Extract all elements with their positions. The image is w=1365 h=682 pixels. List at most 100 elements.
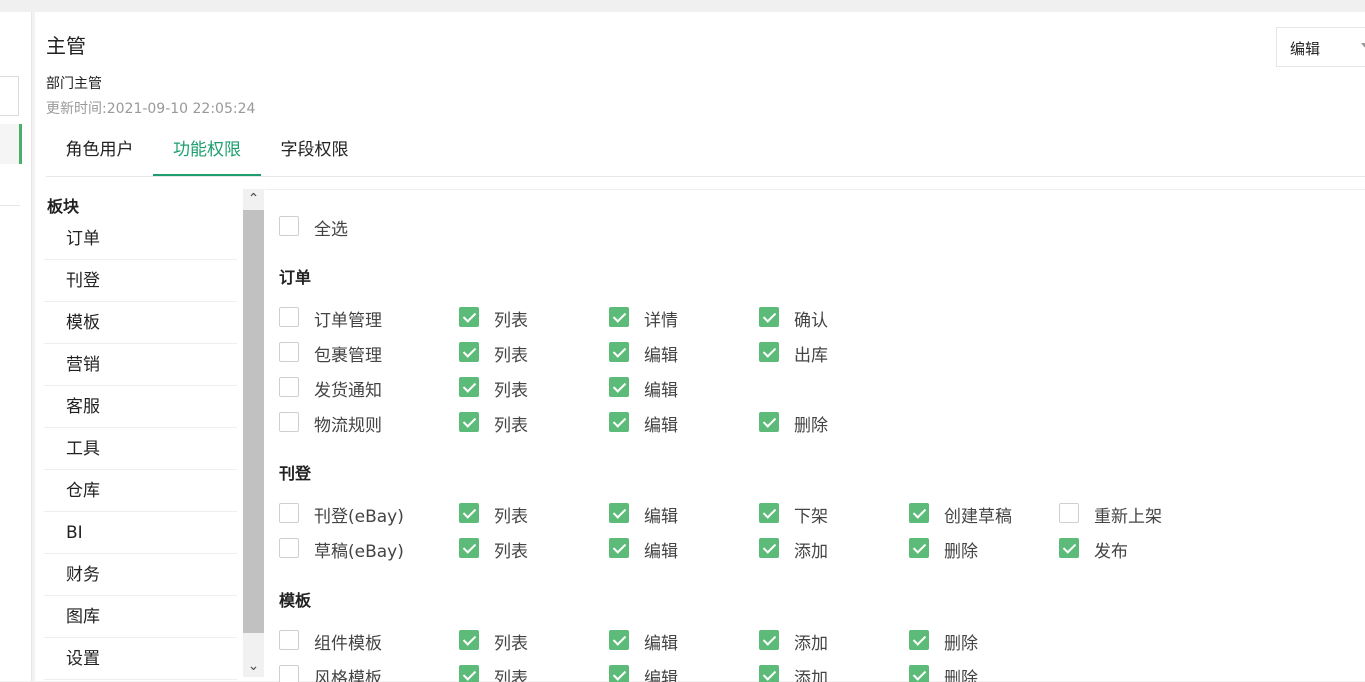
permission-label[interactable]: 列表: [494, 502, 528, 527]
permission-checkbox[interactable]: [909, 665, 929, 682]
tab-field-permissions[interactable]: 字段权限: [261, 124, 368, 175]
permission-checkbox[interactable]: [459, 665, 479, 682]
permission-label[interactable]: 编辑: [644, 664, 678, 682]
permission-group-checkbox[interactable]: [279, 307, 299, 327]
permission-group-label[interactable]: 发货通知: [314, 376, 382, 401]
module-item[interactable]: 模板: [44, 302, 237, 344]
permission-group-label[interactable]: 组件模板: [314, 629, 382, 654]
permission-checkbox[interactable]: [459, 503, 479, 523]
permission-checkbox[interactable]: [759, 412, 779, 432]
permission-label[interactable]: 列表: [494, 411, 528, 436]
module-item[interactable]: 客服: [44, 386, 237, 428]
permission-label[interactable]: 下架: [794, 502, 828, 527]
role-list-item-active[interactable]: [0, 124, 22, 164]
permission-label[interactable]: 创建草稿: [944, 502, 1012, 527]
permission-label[interactable]: 列表: [494, 537, 528, 562]
chevron-up-icon[interactable]: ⌃: [243, 189, 264, 210]
permission-label[interactable]: 列表: [494, 341, 528, 366]
permission-checkbox[interactable]: [609, 630, 629, 650]
permission-label[interactable]: 编辑: [644, 411, 678, 436]
module-item[interactable]: 图库: [44, 596, 237, 638]
module-item[interactable]: BI: [44, 512, 237, 554]
permission-label[interactable]: 确认: [794, 306, 828, 331]
permission-group-label[interactable]: 物流规则: [314, 411, 382, 436]
role-search-box[interactable]: [0, 76, 19, 116]
permission-group-checkbox[interactable]: [279, 342, 299, 362]
permission-group-checkbox[interactable]: [279, 665, 299, 682]
permission-checkbox[interactable]: [609, 342, 629, 362]
select-all-label[interactable]: 全选: [314, 215, 348, 240]
permission-checkbox[interactable]: [759, 503, 779, 523]
permission-group-label[interactable]: 草稿(eBay): [314, 537, 404, 562]
permission-checkbox[interactable]: [459, 377, 479, 397]
permission-group-label[interactable]: 风格模板: [314, 664, 382, 682]
action-select[interactable]: 编辑: [1276, 27, 1365, 67]
permission-group-checkbox[interactable]: [279, 377, 299, 397]
permission-label[interactable]: 删除: [944, 537, 978, 562]
permission-label[interactable]: 发布: [1094, 537, 1128, 562]
permission-label[interactable]: 添加: [794, 629, 828, 654]
permission-checkbox[interactable]: [459, 630, 479, 650]
permission-checkbox[interactable]: [759, 538, 779, 558]
permission-group-checkbox[interactable]: [279, 412, 299, 432]
permission-label[interactable]: 编辑: [644, 376, 678, 401]
permission-label[interactable]: 列表: [494, 306, 528, 331]
permission-checkbox[interactable]: [759, 342, 779, 362]
permission-label[interactable]: 列表: [494, 664, 528, 682]
permission-checkbox[interactable]: [909, 503, 929, 523]
permission-checkbox[interactable]: [759, 665, 779, 682]
permission-checkbox[interactable]: [759, 630, 779, 650]
permission-checkbox[interactable]: [1059, 503, 1079, 523]
permission-checkbox[interactable]: [609, 503, 629, 523]
permission-label[interactable]: 列表: [494, 376, 528, 401]
permission-group-label[interactable]: 订单管理: [314, 306, 382, 331]
role-list-divider: [0, 205, 20, 206]
permission-checkbox[interactable]: [909, 538, 929, 558]
permission-checkbox[interactable]: [609, 538, 629, 558]
tab-function-permissions[interactable]: 功能权限: [153, 124, 261, 176]
permission-group-checkbox[interactable]: [279, 630, 299, 650]
permission-checkbox[interactable]: [459, 307, 479, 327]
permission-checkbox[interactable]: [609, 665, 629, 682]
section-title: 订单: [279, 268, 312, 287]
permission-label[interactable]: 添加: [794, 664, 828, 682]
permission-label[interactable]: 详情: [644, 306, 678, 331]
module-item[interactable]: 财务: [44, 554, 237, 596]
select-all-checkbox[interactable]: [279, 216, 299, 236]
permission-label[interactable]: 删除: [944, 629, 978, 654]
permission-group-label[interactable]: 包裹管理: [314, 341, 382, 366]
module-item[interactable]: 设置: [44, 638, 237, 680]
module-item[interactable]: 仓库: [44, 470, 237, 512]
module-item[interactable]: 订单: [44, 218, 237, 260]
tab-role-users[interactable]: 角色用户: [46, 124, 153, 175]
permission-checkbox[interactable]: [1059, 538, 1079, 558]
module-item[interactable]: 刊登: [44, 260, 237, 302]
permission-checkbox[interactable]: [609, 307, 629, 327]
permission-checkbox[interactable]: [459, 538, 479, 558]
permission-label[interactable]: 编辑: [644, 629, 678, 654]
permission-checkbox[interactable]: [459, 412, 479, 432]
module-scrollbar[interactable]: ⌃ ⌄: [243, 189, 264, 677]
permission-checkbox[interactable]: [909, 630, 929, 650]
module-list: 订单 刊登 模板 营销 客服 工具 仓库 BI 财务 图库 设置: [44, 218, 237, 680]
scroll-thumb[interactable]: [243, 210, 264, 633]
permission-checkbox[interactable]: [609, 412, 629, 432]
chevron-down-icon[interactable]: ⌄: [243, 656, 264, 677]
permission-label[interactable]: 添加: [794, 537, 828, 562]
permission-label[interactable]: 编辑: [644, 502, 678, 527]
module-item[interactable]: 工具: [44, 428, 237, 470]
permission-group-label[interactable]: 刊登(eBay): [314, 502, 404, 527]
permission-label[interactable]: 编辑: [644, 341, 678, 366]
permission-checkbox[interactable]: [609, 377, 629, 397]
permission-label[interactable]: 删除: [944, 664, 978, 682]
permission-checkbox[interactable]: [459, 342, 479, 362]
permission-group-checkbox[interactable]: [279, 538, 299, 558]
module-item[interactable]: 营销: [44, 344, 237, 386]
permission-label[interactable]: 出库: [794, 341, 828, 366]
permission-label[interactable]: 删除: [794, 411, 828, 436]
permission-label[interactable]: 列表: [494, 629, 528, 654]
permission-group-checkbox[interactable]: [279, 503, 299, 523]
permission-label[interactable]: 编辑: [644, 537, 678, 562]
permission-checkbox[interactable]: [759, 307, 779, 327]
permission-label[interactable]: 重新上架: [1094, 502, 1162, 527]
